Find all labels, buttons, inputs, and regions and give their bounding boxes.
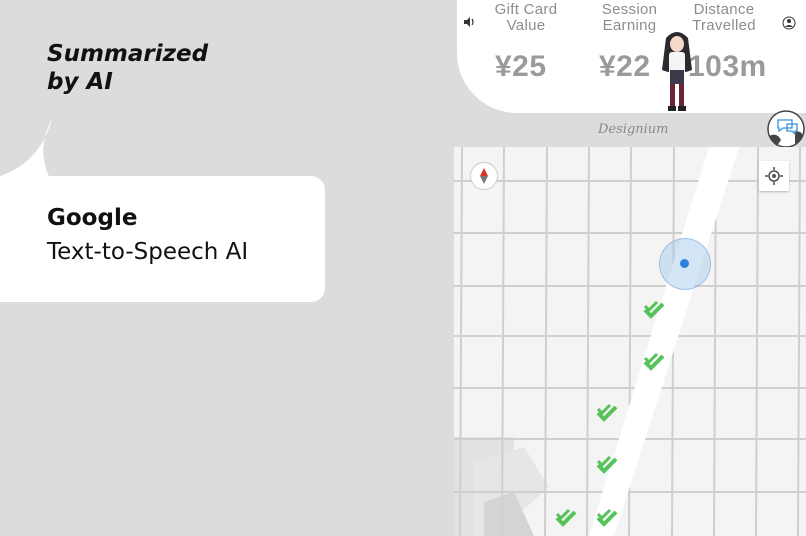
checkpoint-check-icon[interactable] <box>643 353 665 371</box>
summarized-by-ai-label: Summarized by AI <box>47 41 209 95</box>
gift-card-label: Gift Card Value <box>494 1 558 34</box>
speaker-icon[interactable] <box>464 17 475 30</box>
bubble-subtitle: Text-to-Speech AI <box>47 239 249 265</box>
character-avatar <box>662 32 692 111</box>
account-icon[interactable] <box>782 16 796 33</box>
compass-icon <box>480 168 488 184</box>
map-grid <box>454 147 806 536</box>
designium-logo: Designium <box>598 122 669 137</box>
crosshair-icon <box>765 167 783 185</box>
compass-button[interactable] <box>470 162 498 190</box>
checkpoint-check-icon[interactable] <box>596 404 618 422</box>
map-view[interactable] <box>454 147 806 536</box>
locate-me-button[interactable] <box>759 161 789 191</box>
checkpoint-check-icon[interactable] <box>596 509 618 527</box>
checkpoint-check-icon[interactable] <box>643 301 665 319</box>
checkpoint-check-icon[interactable] <box>555 509 577 527</box>
gift-card-value: ¥25 <box>495 50 547 83</box>
user-location-dot <box>680 259 689 268</box>
checkpoint-check-icon[interactable] <box>596 456 618 474</box>
user-location-marker <box>659 238 711 290</box>
session-earning-value: ¥22 <box>599 50 651 83</box>
chat-globe-icon[interactable] <box>767 110 805 148</box>
bubble-title: Google <box>47 205 138 231</box>
